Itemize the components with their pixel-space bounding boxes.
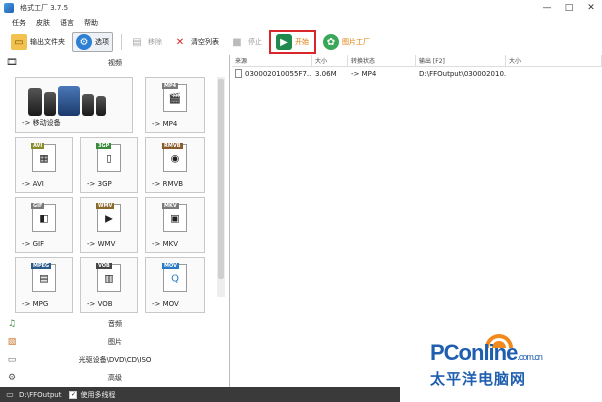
mov-file-icon: MOV Q bbox=[162, 263, 187, 292]
window-controls: — □ ✕ bbox=[536, 0, 602, 16]
remove-icon: ▤ bbox=[132, 36, 142, 48]
mobile-devices-icon bbox=[28, 82, 108, 116]
menu-help[interactable]: 帮助 bbox=[84, 18, 98, 28]
output-path[interactable]: D:\FFOutput bbox=[19, 391, 61, 399]
maximize-button[interactable]: □ bbox=[558, 0, 580, 16]
category-video[interactable]: 🎞 视频 bbox=[0, 55, 229, 71]
tile-mov[interactable]: MOV Q -> MOV bbox=[145, 257, 205, 313]
app-icon bbox=[4, 3, 14, 13]
picture-factory-icon: ✿ bbox=[323, 34, 339, 50]
category-advanced[interactable]: ⚙ 高级 bbox=[0, 369, 230, 387]
rmvb-file-icon: RMVB ◉ bbox=[162, 143, 187, 172]
menu-task[interactable]: 任务 bbox=[12, 18, 26, 28]
table-row[interactable]: 030002010055F7... 3.06M -> MP4 D:\FFOutp… bbox=[232, 67, 602, 80]
category-audio[interactable]: ♫ 音频 bbox=[0, 315, 230, 333]
cell-status: -> MP4 bbox=[351, 69, 377, 78]
stop-icon: ■ bbox=[232, 36, 242, 48]
folder-icon: ▭ bbox=[6, 390, 14, 399]
format-sidebar: 🎞 视频 -> 移动设备 MP4 🎬 -> MP4 AVI ▦ -> AVI 3GP… bbox=[0, 55, 230, 387]
close-button[interactable]: ✕ bbox=[580, 0, 602, 16]
avi-file-icon: AVI ▦ bbox=[31, 143, 56, 172]
picture-factory-button[interactable]: ✿ 图片工厂 bbox=[320, 32, 373, 52]
play-icon: ▶ bbox=[276, 34, 292, 50]
other-categories: ♫ 音频 ▧ 图片 ▭ 光驱设备\DVD\CD\ISO ⚙ 高级 bbox=[0, 315, 230, 387]
cell-source: 030002010055F7... bbox=[232, 69, 312, 78]
table-header: 来源 大小 转换状态 输出 [F2] 大小 bbox=[232, 55, 602, 67]
category-picture[interactable]: ▧ 图片 bbox=[0, 333, 230, 351]
tile-wmv[interactable]: WMV ▶ -> WMV bbox=[80, 197, 138, 253]
menu-language[interactable]: 语言 bbox=[60, 18, 74, 28]
col-output-size[interactable]: 大小 bbox=[506, 55, 602, 66]
folder-icon: ▭ bbox=[11, 34, 27, 50]
options-button[interactable]: ⚙ 选项 bbox=[72, 32, 113, 52]
stop-button[interactable]: ■ 停止 bbox=[226, 32, 265, 52]
col-source[interactable]: 来源 bbox=[232, 55, 312, 66]
tile-avi[interactable]: AVI ▦ -> AVI bbox=[15, 137, 73, 193]
remove-button[interactable]: ▤ 移除 bbox=[126, 32, 165, 52]
tile-mpg[interactable]: MPEG ▤ -> MPG bbox=[15, 257, 73, 313]
multithread-label: 使用多线程 bbox=[80, 390, 116, 399]
pconline-watermark: PConline.com.cn 太平洋电脑网 bbox=[430, 322, 600, 392]
category-disc[interactable]: ▭ 光驱设备\DVD\CD\ISO bbox=[0, 351, 230, 369]
title-bar: 格式工厂 3.7.5 — □ ✕ bbox=[0, 0, 602, 16]
menu-skin[interactable]: 皮肤 bbox=[36, 18, 50, 28]
file-icon bbox=[235, 69, 242, 78]
tile-3gp[interactable]: 3GP ▯ -> 3GP bbox=[80, 137, 138, 193]
menu-bar: 任务 皮肤 语言 帮助 bbox=[0, 16, 602, 30]
cell-size: 3.06M bbox=[315, 69, 337, 78]
vob-file-icon: VOB ▥ bbox=[96, 263, 121, 292]
minimize-button[interactable]: — bbox=[536, 0, 558, 16]
toolbar-separator bbox=[121, 34, 122, 50]
status-bar: ▭ D:\FFOutput ✓ 使用多线程 bbox=[0, 387, 400, 402]
gear-icon: ⚙ bbox=[76, 34, 92, 50]
tile-gif[interactable]: GIF ◧ -> GIF bbox=[15, 197, 73, 253]
mp4-file-icon: MP4 🎬 bbox=[162, 83, 187, 112]
toolbar: ▭ 输出文件夹 ⚙ 选项 ▤ 移除 ✕ 清空列表 ■ 停止 ▶ 开始 ✿ 图片工… bbox=[0, 30, 602, 54]
wmv-file-icon: WMV ▶ bbox=[96, 203, 121, 232]
tile-rmvb[interactable]: RMVB ◉ -> RMVB bbox=[145, 137, 205, 193]
cell-output: D:\FFOutput\030002010... bbox=[419, 69, 506, 78]
mpg-file-icon: MPEG ▤ bbox=[31, 263, 56, 292]
watermark-brand: PConline.com.cn bbox=[430, 340, 543, 365]
clear-icon: ✕ bbox=[175, 36, 185, 48]
sidebar-scrollbar[interactable] bbox=[217, 77, 225, 297]
gif-file-icon: GIF ◧ bbox=[31, 203, 56, 232]
output-folder-button[interactable]: ▭ 输出文件夹 bbox=[8, 32, 68, 52]
watermark-chinese: 太平洋电脑网 bbox=[430, 370, 527, 388]
tile-vob[interactable]: VOB ▥ -> VOB bbox=[80, 257, 138, 313]
col-status[interactable]: 转换状态 bbox=[348, 55, 416, 66]
tile-mkv[interactable]: MKV ▣ -> MKV bbox=[145, 197, 205, 253]
col-output[interactable]: 输出 [F2] bbox=[416, 55, 506, 66]
start-button[interactable]: ▶ 开始 bbox=[269, 30, 316, 54]
tile-mobile-device[interactable]: -> 移动设备 bbox=[15, 77, 133, 133]
col-size[interactable]: 大小 bbox=[312, 55, 348, 66]
video-format-grid: -> 移动设备 MP4 🎬 -> MP4 AVI ▦ -> AVI 3GP ▯ -> … bbox=[15, 77, 205, 313]
multithread-checkbox[interactable]: ✓ bbox=[69, 390, 78, 399]
tile-mp4[interactable]: MP4 🎬 -> MP4 bbox=[145, 77, 205, 133]
3gp-file-icon: 3GP ▯ bbox=[96, 143, 121, 172]
mkv-file-icon: MKV ▣ bbox=[162, 203, 187, 232]
scrollbar-thumb[interactable] bbox=[218, 79, 224, 279]
window-title: 格式工厂 3.7.5 bbox=[20, 4, 69, 12]
clear-list-button[interactable]: ✕ 清空列表 bbox=[169, 32, 222, 52]
